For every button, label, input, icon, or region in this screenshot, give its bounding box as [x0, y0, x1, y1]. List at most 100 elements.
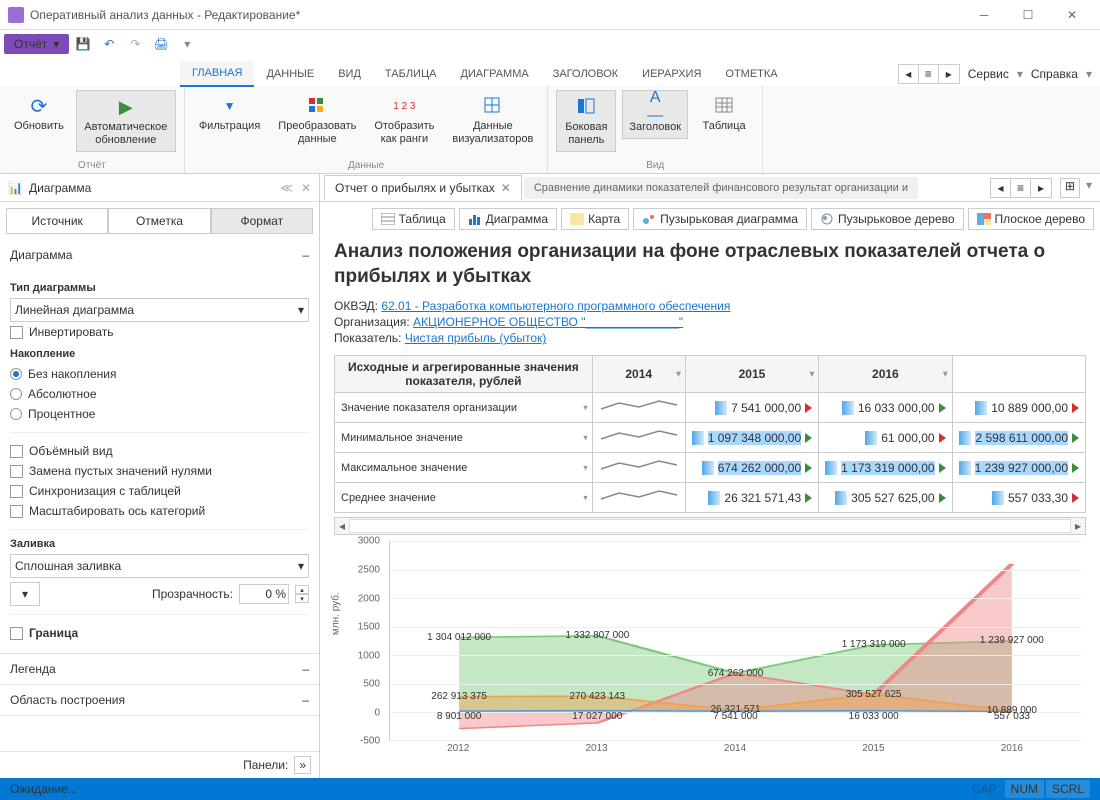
ribbon-group-label: Вид [646, 160, 664, 171]
y-tick-label: 1500 [358, 622, 380, 633]
radio-accum-pct[interactable]: Процентное [10, 404, 309, 424]
value-cell: 305 527 625,00 [819, 483, 952, 513]
tab-home[interactable]: ГЛАВНАЯ [180, 61, 254, 87]
trend-up-icon [939, 403, 946, 413]
undo-icon[interactable]: ↶ [97, 32, 121, 56]
filter-icon[interactable]: ▾ [583, 492, 588, 503]
col-header-year[interactable]: 2016▾ [819, 356, 952, 393]
viz-map-button[interactable]: Карта [561, 208, 629, 230]
fill-select[interactable]: Сплошная заливка▾ [10, 554, 309, 578]
viz-bubble-button[interactable]: Пузырьковая диаграмма [633, 208, 807, 230]
visualizer-data-button[interactable]: Данные визуализаторов [446, 90, 539, 150]
panels-expand-icon[interactable]: » [294, 756, 311, 774]
sync-checkbox[interactable]: Синхронизация с таблицей [10, 481, 309, 501]
filter-icon[interactable]: ▾ [676, 369, 681, 380]
tab-header[interactable]: ЗАГОЛОВОК [541, 62, 630, 86]
viz-flat-tree-button[interactable]: Плоское дерево [968, 208, 1094, 230]
bar-indicator-icon [865, 431, 877, 445]
layout-icon[interactable]: ⊞ [1060, 178, 1080, 198]
refresh-button[interactable]: ⟳ Обновить [8, 90, 70, 137]
layout-dropdown-icon[interactable]: ▾ [1082, 178, 1096, 198]
sidepanel-button[interactable]: Боковая панель [556, 90, 616, 152]
collapse-icon: – [302, 662, 309, 676]
auto-refresh-button[interactable]: ▶ Автоматическое обновление [76, 90, 176, 152]
viz-table-button[interactable]: Таблица [372, 208, 455, 230]
doc-tab-second[interactable]: Сравнение динамики показателей финансово… [524, 177, 918, 199]
filter-icon[interactable]: ▾ [810, 369, 815, 380]
header-button[interactable]: A— Заголовок [622, 90, 688, 139]
trend-down-icon [1072, 403, 1079, 413]
close-button[interactable]: ✕ [1052, 3, 1092, 27]
qat-dropdown-icon[interactable]: ▾ [175, 32, 199, 56]
tab-chart[interactable]: ДИАГРАММА [448, 62, 540, 86]
table-button[interactable]: Таблица [694, 90, 754, 137]
scroll-right-icon[interactable]: ▸ [1071, 518, 1085, 534]
print-icon[interactable]: 🖨 [149, 32, 173, 56]
panel-close-icon[interactable]: ✕ [301, 181, 311, 195]
report-menu-button[interactable]: Отчёт▾ [4, 34, 69, 54]
invert-checkbox[interactable]: Инвертировать [10, 322, 309, 342]
redo-icon[interactable]: ↷ [123, 32, 147, 56]
tab-hierarchy[interactable]: ИЕРАРХИЯ [630, 62, 713, 86]
indicator-link[interactable]: Чистая прибыль (убыток) [405, 331, 546, 345]
tab-table[interactable]: ТАБЛИЦА [373, 62, 449, 86]
x-tick-label: 2016 [943, 743, 1081, 761]
bar-indicator-icon [715, 401, 727, 415]
maximize-button[interactable]: ☐ [1008, 3, 1048, 27]
tab-selection[interactable]: ОТМЕТКА [713, 62, 789, 86]
viz-bubble-tree-button[interactable]: Пузырьковое дерево [811, 208, 964, 230]
transform-button[interactable]: Преобразовать данные [272, 90, 362, 150]
tab-source[interactable]: Источник [6, 208, 108, 234]
okved-link[interactable]: 62.01 - Разработка компьютерного програм… [381, 299, 730, 313]
tab-selection[interactable]: Отметка [108, 208, 210, 234]
scroll-thumb[interactable] [349, 519, 1071, 533]
col-header-year[interactable]: 2014▾ [592, 356, 685, 393]
save-icon[interactable]: 💾 [71, 32, 95, 56]
ribbon-nav[interactable]: ◂≡▸ [898, 64, 960, 84]
chevron-down-icon: ▾ [53, 37, 59, 51]
ribbon-group-label: Отчёт [78, 160, 106, 171]
value-cell: 16 033 000,00 [819, 393, 952, 423]
transparency-input[interactable] [239, 584, 289, 604]
col-header-main[interactable]: Исходные и агрегированные значения показ… [335, 356, 593, 393]
tab-view[interactable]: ВИД [326, 62, 373, 86]
color-picker[interactable]: ▾ [10, 582, 40, 606]
collapse-icon: – [302, 693, 309, 707]
section-diagram[interactable]: Диаграмма– [0, 240, 319, 270]
filter-icon[interactable]: ▾ [583, 402, 588, 413]
tab-format[interactable]: Формат [211, 208, 313, 234]
chart-data-label: 270 423 143 [569, 691, 625, 702]
status-scrl: SCRL [1046, 780, 1090, 798]
replace-empty-checkbox[interactable]: Замена пустых значений нулями [10, 461, 309, 481]
border-checkbox[interactable]: Граница [10, 623, 309, 643]
statusbar: Ожидание... CAP NUM SCRL [0, 778, 1100, 800]
section-legend[interactable]: Легенда– [0, 654, 319, 684]
doc-tab-nav[interactable]: ◂≡▸ [990, 178, 1052, 198]
help-menu[interactable]: Справка [1031, 67, 1078, 81]
minimize-button[interactable]: ─ [964, 3, 1004, 27]
filter-icon[interactable]: ▾ [583, 462, 588, 473]
service-menu[interactable]: Сервис [968, 67, 1009, 81]
radio-accum-none[interactable]: Без накопления [10, 364, 309, 384]
transparency-spinner[interactable]: ▴▾ [295, 585, 309, 603]
viz-chart-button[interactable]: Диаграмма [459, 208, 557, 230]
value-cell: 26 321 571,43 [685, 483, 818, 513]
scroll-left-icon[interactable]: ◂ [335, 518, 349, 534]
filter-button[interactable]: ▼ Фильтрация [193, 90, 266, 137]
chart-type-select[interactable]: Линейная диаграмма▾ [10, 298, 309, 322]
ranks-button[interactable]: 1 2 3 Отобразить как ранги [368, 90, 440, 150]
radio-accum-abs[interactable]: Абсолютное [10, 384, 309, 404]
doc-tab-active[interactable]: Отчет о прибылях и убытках✕ [324, 175, 522, 200]
trend-up-icon [1072, 463, 1079, 473]
tab-data[interactable]: ДАННЫЕ [254, 62, 326, 86]
filter-icon[interactable]: ▾ [943, 369, 948, 380]
section-plot-area[interactable]: Область построения– [0, 685, 319, 715]
filter-icon[interactable]: ▾ [583, 432, 588, 443]
close-icon[interactable]: ✕ [501, 181, 511, 195]
col-header-year[interactable]: 2015▾ [685, 356, 818, 393]
panel-collapse-icon[interactable]: ≪ [280, 181, 293, 195]
org-link[interactable]: АКЦИОНЕРНОЕ ОБЩЕСТВО "______________" [413, 315, 683, 329]
volume-checkbox[interactable]: Объёмный вид [10, 441, 309, 461]
horizontal-scrollbar[interactable]: ◂ ▸ [334, 517, 1086, 535]
scale-cat-checkbox[interactable]: Масштабировать ось категорий [10, 501, 309, 521]
